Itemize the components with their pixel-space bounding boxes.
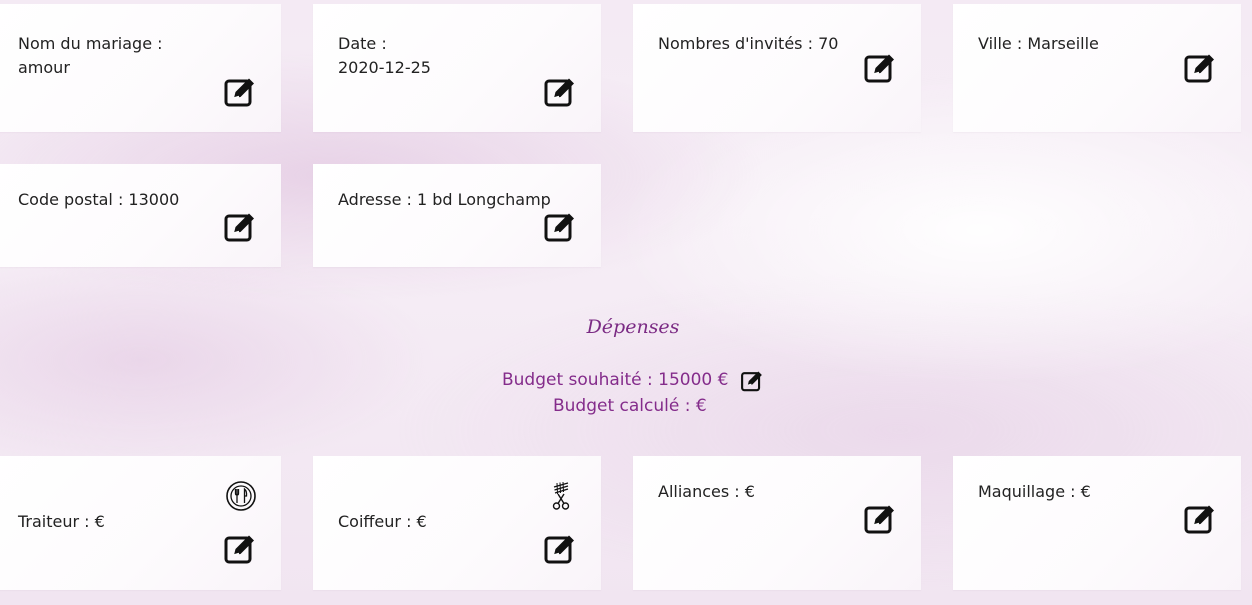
edit-icon [1184, 505, 1214, 534]
date-label: Date : [338, 34, 387, 53]
edit-budget-button[interactable] [740, 369, 764, 393]
guests-label: Nombres d'invités : 70 [658, 34, 839, 53]
edit-icon [741, 371, 762, 392]
hairdresser-label: Coiffeur : € [338, 512, 427, 531]
edit-icon [224, 78, 254, 107]
edit-city-button[interactable] [1183, 51, 1217, 85]
edit-postal-code-button[interactable] [223, 210, 257, 244]
edit-icon [1184, 54, 1214, 83]
edit-address-button[interactable] [543, 210, 577, 244]
wedding-name-value: amour [18, 58, 70, 77]
edit-date-button[interactable] [543, 75, 577, 109]
edit-guests-button[interactable] [863, 51, 897, 85]
catering-label: Traiteur : € [18, 512, 105, 531]
edit-icon [864, 505, 894, 534]
edit-icon [864, 54, 894, 83]
budget-calculated: Budget calculé : € [553, 396, 707, 416]
info-card-date: Date : 2020-12-25 [313, 4, 601, 132]
expense-card-rings: Alliances : € [633, 456, 921, 590]
info-card-wedding-name: Nom du mariage : amour [0, 4, 281, 132]
edit-icon [544, 213, 574, 242]
postal-code-label: Code postal : 13000 [18, 190, 180, 209]
edit-hairdresser-button[interactable] [543, 532, 577, 566]
address-label: Adresse : 1 bd Longchamp [338, 190, 551, 209]
budget-wished: Budget souhaité : 15000 € [502, 370, 729, 390]
edit-icon [544, 535, 574, 564]
rings-label: Alliances : € [658, 482, 755, 501]
expense-card-hairdresser: Coiffeur : € [313, 456, 601, 590]
expense-card-catering: Traiteur : € [0, 456, 281, 590]
plate-cutlery-icon [225, 480, 257, 512]
date-value: 2020-12-25 [338, 58, 431, 77]
info-card-city: Ville : Marseille [953, 4, 1241, 132]
info-card-address: Adresse : 1 bd Longchamp [313, 164, 601, 267]
expense-card-makeup: Maquillage : € [953, 456, 1241, 590]
city-label: Ville : Marseille [978, 34, 1099, 53]
edit-catering-button[interactable] [223, 532, 257, 566]
wedding-name-label: Nom du mariage : [18, 34, 163, 53]
edit-wedding-name-button[interactable] [223, 75, 257, 109]
info-card-guests: Nombres d'invités : 70 [633, 4, 921, 132]
edit-icon [224, 213, 254, 242]
edit-icon [544, 78, 574, 107]
makeup-label: Maquillage : € [978, 482, 1091, 501]
edit-makeup-button[interactable] [1183, 502, 1217, 536]
expenses-title: Dépenses [586, 316, 680, 338]
info-card-postal-code: Code postal : 13000 [0, 164, 281, 267]
edit-rings-button[interactable] [863, 502, 897, 536]
scissors-comb-icon [545, 480, 577, 512]
edit-icon [224, 535, 254, 564]
